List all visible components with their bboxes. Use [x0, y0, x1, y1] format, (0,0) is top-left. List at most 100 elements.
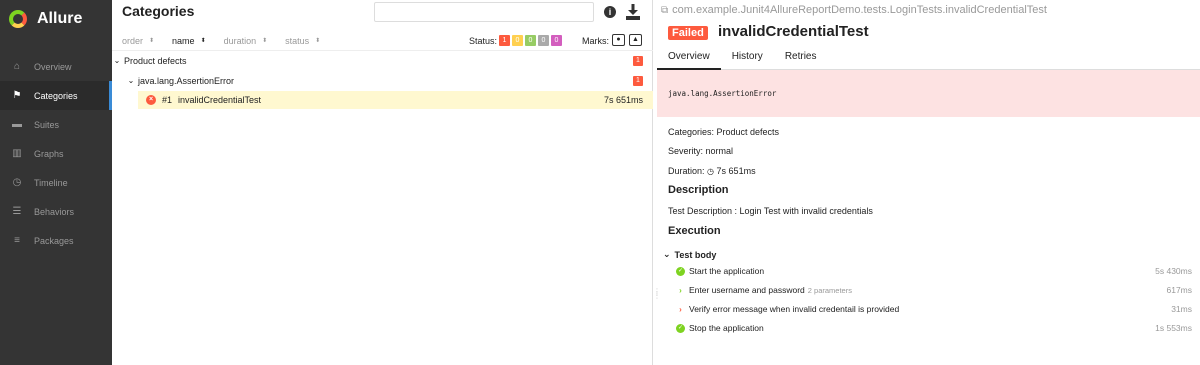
- step-row[interactable]: › Verify error message when invalid cred…: [676, 302, 1192, 316]
- failed-status-icon: ×: [146, 95, 156, 105]
- status-badge: Failed: [668, 26, 708, 40]
- chevron-down-icon: ⌄: [127, 76, 135, 85]
- sort-order[interactable]: order ⬍: [122, 36, 154, 46]
- search-input[interactable]: [374, 2, 594, 22]
- step-row[interactable]: ✓ Start the application 5s 430ms: [676, 264, 1192, 278]
- duration-info: Duration: ◷ 7s 651ms: [668, 166, 756, 176]
- tab-retries[interactable]: Retries: [774, 46, 828, 70]
- download-icon[interactable]: [626, 4, 640, 20]
- briefcase-icon: ▬: [12, 119, 22, 130]
- step-row[interactable]: ✓ Stop the application 1s 553ms: [676, 321, 1192, 335]
- sidebar: Allure ⌂ Overview ⚑ Categories ▬ Suites …: [0, 0, 112, 365]
- sort-arrows-icon: ⬍: [149, 38, 155, 44]
- breadcrumb: ⧉ com.example.Junit4AllureReportDemo.tes…: [661, 4, 1047, 16]
- execution-heading: Execution: [668, 225, 721, 237]
- sidebar-nav: ⌂ Overview ⚑ Categories ▬ Suites ▥ Graph…: [0, 52, 112, 255]
- duration-value: 7s 651ms: [716, 166, 756, 176]
- tree-test-row[interactable]: × #1 invalidCredentialTest 7s 651ms: [138, 91, 653, 109]
- tab-history[interactable]: History: [721, 46, 774, 70]
- flag-icon: ⚑: [12, 90, 22, 101]
- error-message[interactable]: java.lang.AssertionError: [657, 70, 1200, 117]
- severity-info: Severity: normal: [668, 146, 734, 156]
- test-index: #1: [162, 95, 173, 105]
- sort-arrows-icon: ⬍: [262, 38, 268, 44]
- step-label: Start the application: [689, 266, 765, 276]
- status-failed-toggle[interactable]: 1: [499, 35, 510, 46]
- copy-icon[interactable]: ⧉: [661, 5, 668, 16]
- step-duration: 1s 553ms: [1155, 323, 1192, 333]
- tree-group-label: Product defects: [124, 55, 187, 66]
- chevron-right-icon: ›: [679, 285, 682, 295]
- sort-arrows-icon: ⬍: [200, 38, 206, 44]
- sort-bar: order ⬍ name ⬍ duration ⬍ status ⬍ Status: 1…: [112, 31, 653, 51]
- marks-filter-label: Marks:: [582, 36, 609, 46]
- allure-logo-icon: [9, 10, 27, 28]
- status-broken-toggle[interactable]: 0: [512, 35, 523, 46]
- bar-chart-icon: ▥: [12, 148, 22, 159]
- page-title: Categories: [122, 3, 195, 19]
- sidebar-item-timeline[interactable]: ◷ Timeline: [0, 168, 112, 197]
- status-filter-label: Status:: [469, 36, 498, 46]
- sort-name[interactable]: name ⬍: [172, 36, 206, 46]
- sort-status[interactable]: status ⬍: [285, 36, 320, 46]
- brand[interactable]: Allure: [0, 0, 112, 38]
- duration-label: Duration:: [668, 166, 705, 176]
- tree-subgroup-label: java.lang.AssertionError: [138, 75, 235, 86]
- test-title: invalidCredentialTest: [718, 23, 869, 40]
- sidebar-item-label: Graphs: [34, 148, 64, 159]
- home-icon: ⌂: [13, 61, 21, 72]
- tab-overview[interactable]: Overview: [657, 46, 721, 70]
- chevron-down-icon: ⌄: [663, 249, 671, 259]
- step-row[interactable]: › Enter username and password 2 paramete…: [676, 283, 1192, 297]
- tree-pane: Categories i order ⬍ name ⬍ duration ⬍ stat…: [112, 0, 653, 365]
- sort-duration[interactable]: duration ⬍: [224, 36, 268, 46]
- breadcrumb-path: com.example.Junit4AllureReportDemo.tests…: [672, 4, 1047, 16]
- pane-resize-handle[interactable]: ⋮ ⋮: [653, 288, 661, 304]
- clock-icon: ◷: [12, 177, 22, 188]
- step-label: Stop the application: [689, 323, 764, 333]
- sidebar-item-label: Categories: [34, 90, 78, 101]
- status-unknown-toggle[interactable]: 0: [551, 35, 562, 46]
- categories-info: Categories: Product defects: [668, 127, 780, 137]
- step-label: Enter username and password: [689, 285, 805, 295]
- warning-mark-icon[interactable]: ▲: [629, 34, 642, 46]
- sidebar-item-graphs[interactable]: ▥ Graphs: [0, 139, 112, 168]
- test-body-toggle[interactable]: ⌄ Test body: [663, 249, 716, 260]
- status-skipped-toggle[interactable]: 0: [538, 35, 549, 46]
- step-label: Verify error message when invalid creden…: [689, 304, 900, 314]
- tree-subgroup-row[interactable]: ⌄ java.lang.AssertionError 1: [112, 71, 653, 90]
- test-body-label: Test body: [674, 249, 717, 260]
- sidebar-item-label: Suites: [34, 119, 60, 130]
- passed-status-icon: ✓: [676, 323, 685, 333]
- test-detail-pane: ⧉ com.example.Junit4AllureReportDemo.tes…: [657, 0, 1200, 365]
- failed-count-badge: 1: [633, 75, 643, 86]
- sidebar-item-label: Timeline: [34, 177, 68, 188]
- sidebar-item-overview[interactable]: ⌂ Overview: [0, 52, 112, 81]
- list-icon: ☰: [12, 206, 22, 217]
- flaky-mark-icon[interactable]: ●: [612, 34, 625, 46]
- align-left-icon: ≡: [14, 235, 20, 246]
- step-duration: 31ms: [1171, 304, 1192, 314]
- test-name: invalidCredentialTest: [178, 95, 262, 105]
- sidebar-item-categories[interactable]: ⚑ Categories: [0, 81, 112, 110]
- sidebar-item-behaviors[interactable]: ☰ Behaviors: [0, 197, 112, 226]
- sidebar-item-packages[interactable]: ≡ Packages: [0, 226, 112, 255]
- clock-icon: ◷: [707, 167, 715, 176]
- chevron-right-icon: ›: [679, 304, 682, 314]
- info-icon[interactable]: i: [604, 6, 616, 18]
- status-passed-toggle[interactable]: 0: [525, 35, 536, 46]
- chevron-down-icon: ⌄: [113, 56, 121, 65]
- description-text: Test Description : Login Test with inval…: [668, 206, 873, 216]
- test-duration: 7s 651ms: [603, 95, 643, 105]
- detail-tabs: Overview History Retries: [657, 46, 1200, 70]
- sidebar-item-label: Overview: [34, 61, 72, 72]
- description-heading: Description: [668, 184, 729, 196]
- sidebar-item-suites[interactable]: ▬ Suites: [0, 110, 112, 139]
- failed-count-badge: 1: [633, 55, 643, 66]
- step-params: 2 parameters: [807, 285, 852, 295]
- step-duration: 617ms: [1166, 285, 1192, 295]
- passed-status-icon: ✓: [676, 266, 685, 276]
- sidebar-item-label: Packages: [34, 235, 74, 246]
- tree-group-row[interactable]: ⌄ Product defects 1: [112, 51, 653, 70]
- step-duration: 5s 430ms: [1155, 266, 1192, 276]
